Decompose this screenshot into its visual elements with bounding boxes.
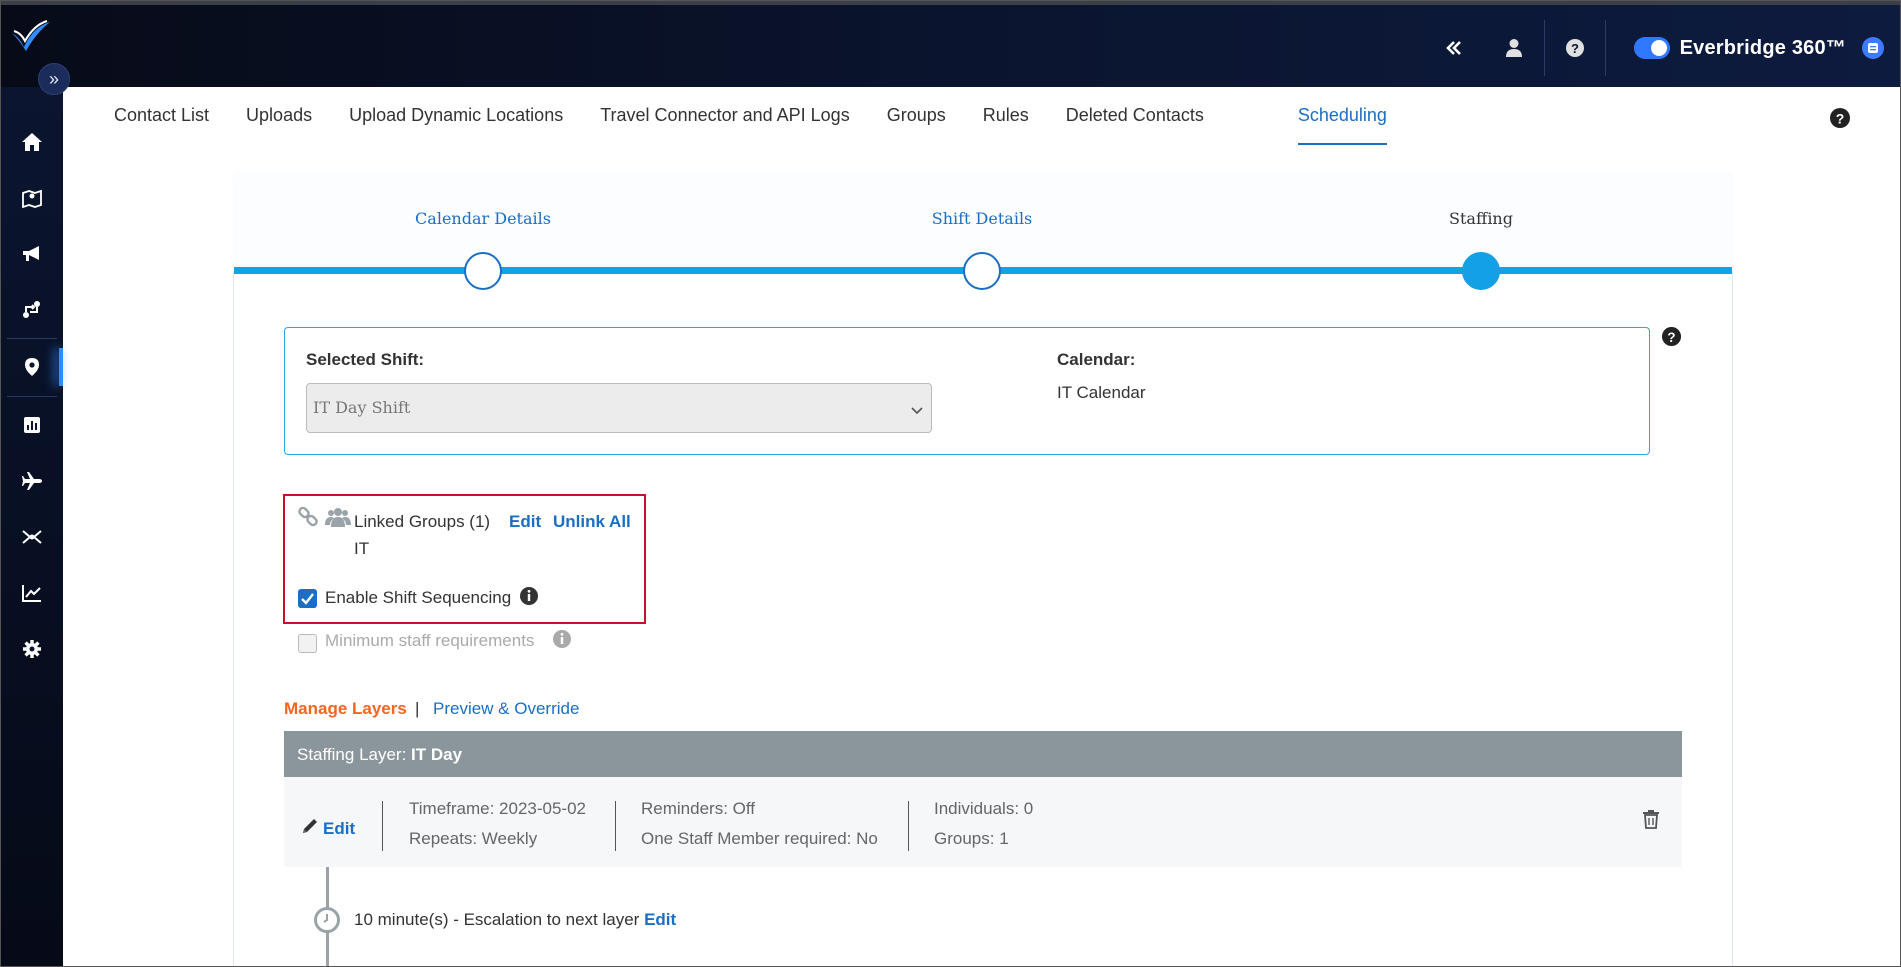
minimum-staff-checkbox[interactable] — [298, 634, 317, 653]
unlink-all-link[interactable]: Unlink All — [553, 512, 631, 532]
clock-icon — [314, 907, 340, 933]
minimum-staff-label: Minimum staff requirements — [325, 631, 535, 650]
routing-icon[interactable] — [1, 514, 63, 560]
step-dot-staffing — [1462, 252, 1500, 290]
page-help-icon[interactable]: ? — [1829, 107, 1851, 134]
calendar-label: Calendar: — [1057, 350, 1136, 369]
everbridge-360-toggle[interactable] — [1633, 37, 1670, 59]
preview-override-link[interactable]: Preview & Override — [433, 699, 579, 719]
escalation-label: 10 minute(s) - Escalation to next layer — [354, 910, 645, 929]
top-actions: ? Everbridge 360™ — [1424, 5, 1900, 91]
expand-sidebar-button[interactable]: » — [38, 63, 70, 95]
linked-groups-icons — [297, 506, 351, 533]
tab-groups[interactable]: Groups — [887, 105, 946, 145]
chart-icon[interactable] — [1, 570, 63, 616]
step-shift-details[interactable]: Shift Details — [932, 209, 1033, 228]
step-dot-shift-details[interactable] — [963, 252, 1001, 290]
layer-reminders: Reminders: Off — [641, 799, 756, 818]
location-icon[interactable] — [1, 344, 63, 390]
chevron-down-icon — [911, 400, 923, 419]
map-icon[interactable] — [1, 175, 63, 221]
top-tabs: Contact List Uploads Upload Dynamic Loca… — [114, 105, 1424, 145]
svg-text:?: ? — [1571, 41, 1579, 56]
tab-deleted-contacts[interactable]: Deleted Contacts — [1066, 105, 1204, 145]
users-group-icon — [325, 506, 351, 533]
linked-groups-edit-link[interactable]: Edit — [509, 512, 541, 532]
svg-text:?: ? — [1836, 111, 1845, 127]
staffing-layer-header: Staffing Layer: IT Day — [284, 731, 1682, 777]
step-staffing: Staffing — [1449, 209, 1513, 228]
layer-edit-label: Edit — [323, 818, 356, 838]
linked-groups-label: Linked Groups (1) — [354, 512, 491, 531]
staffing-layer-name: IT Day — [411, 745, 463, 764]
trash-icon[interactable] — [1642, 809, 1660, 834]
escalation-text: 10 minute(s) - Escalation to next layer … — [354, 910, 676, 930]
home-icon[interactable] — [1, 119, 63, 165]
brand-name: Everbridge 360™ — [1679, 36, 1846, 59]
step-calendar-details[interactable]: Calendar Details — [415, 209, 551, 228]
selected-shift-select[interactable]: IT Day Shift — [306, 383, 932, 433]
manage-layers-link[interactable]: Manage Layers — [284, 699, 407, 719]
staffing-layer-row: Edit Timeframe: 2023-05-02 Repeats: Week… — [284, 777, 1682, 867]
info-icon[interactable] — [552, 629, 572, 654]
enable-shift-sequencing-label: Enable Shift Sequencing — [325, 588, 512, 607]
divider — [382, 801, 383, 851]
selected-shift-label: Selected Shift: — [306, 350, 425, 369]
svg-text:?: ? — [1667, 330, 1675, 345]
sidebar — [1, 87, 63, 966]
layer-edit-button[interactable]: Edit — [301, 817, 355, 840]
link-icon — [297, 506, 319, 533]
megaphone-icon[interactable] — [1, 231, 63, 277]
top-bar: ? Everbridge 360™ — [1, 1, 1900, 87]
calendar-value: IT Calendar — [1057, 383, 1146, 402]
sidebar-divider — [7, 396, 57, 397]
layer-groups: Groups: 1 — [934, 829, 1009, 848]
user-icon[interactable] — [1484, 18, 1544, 78]
linked-group-name: IT — [354, 539, 370, 558]
escalation-edit-link[interactable]: Edit — [644, 910, 676, 929]
tab-uploads[interactable]: Uploads — [246, 105, 312, 145]
info-icon[interactable] — [519, 586, 539, 611]
selected-shift-value: IT Day Shift — [313, 398, 411, 417]
step-dot-calendar-details[interactable] — [464, 252, 502, 290]
chat-icon[interactable] — [1862, 37, 1884, 59]
enable-shift-sequencing-checkbox[interactable] — [298, 589, 317, 608]
divider — [615, 801, 616, 851]
plane-icon[interactable] — [1, 458, 63, 504]
gear-icon[interactable] — [1, 626, 63, 672]
layer-timeframe: Timeframe: 2023-05-02 — [409, 799, 587, 818]
tab-upload-dynamic-locations[interactable]: Upload Dynamic Locations — [349, 105, 563, 145]
link-separator: | — [415, 699, 420, 718]
everbridge-logo-icon[interactable] — [9, 19, 53, 53]
divider — [908, 801, 909, 851]
staffing-layer-prefix: Staffing Layer: — [297, 745, 412, 764]
incident-icon[interactable] — [1, 287, 63, 333]
app-root: ? Everbridge 360™ » Contact List Uploads… — [0, 0, 1901, 967]
tab-travel-connector[interactable]: Travel Connector and API Logs — [600, 105, 849, 145]
sidebar-divider — [7, 338, 57, 339]
tab-rules[interactable]: Rules — [983, 105, 1029, 145]
collapse-icon[interactable] — [1424, 18, 1484, 78]
report-icon[interactable] — [1, 402, 63, 448]
layer-one-staff: One Staff Member required: No — [641, 829, 878, 848]
layer-individuals: Individuals: 0 — [934, 799, 1034, 818]
layer-repeats: Repeats: Weekly — [409, 829, 538, 848]
shift-info-box: Selected Shift: IT Day Shift Calendar: I… — [284, 327, 1650, 455]
tab-contact-list[interactable]: Contact List — [114, 105, 209, 145]
divider — [1604, 20, 1606, 76]
tab-scheduling[interactable]: Scheduling — [1297, 105, 1387, 145]
staffing-help-icon[interactable]: ? — [1661, 326, 1682, 352]
pencil-icon — [301, 817, 319, 840]
help-icon[interactable]: ? — [1545, 18, 1605, 78]
